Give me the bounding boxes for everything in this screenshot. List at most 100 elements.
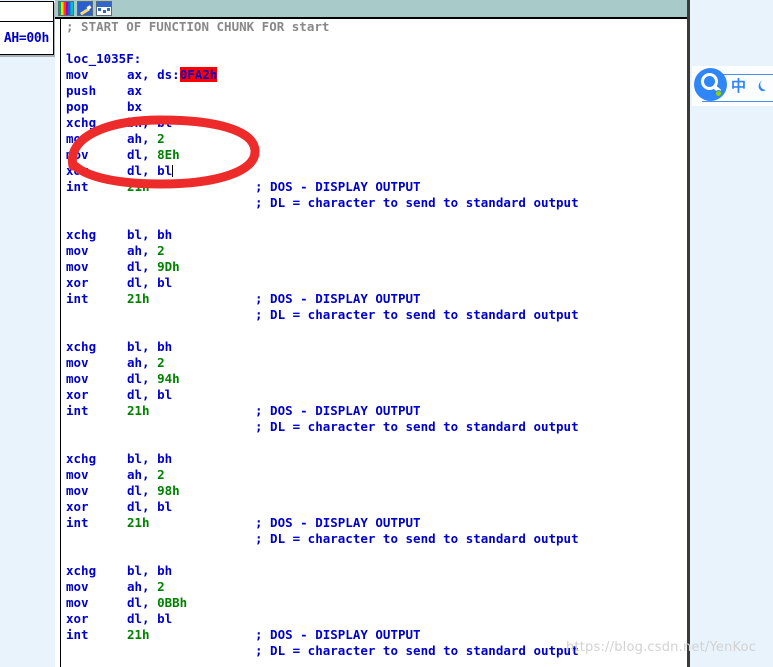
instruction-operands[interactable]: ax (127, 83, 142, 99)
code-instruction-line[interactable]: int 21h ; DOS - DISPLAY OUTPUT (55, 403, 687, 419)
code-instruction-line[interactable]: mov dl, 0BBh (55, 595, 687, 611)
instruction-operands[interactable]: ah, 2 (127, 355, 165, 371)
code-instruction-line[interactable]: xor dl, bl (55, 499, 687, 515)
code-instruction-line[interactable]: xor dl, bl (55, 387, 687, 403)
instruction-mnemonic[interactable]: mov (66, 131, 89, 147)
color-palette-icon[interactable] (58, 1, 74, 16)
code-instruction-line[interactable]: mov ah, 2 (55, 355, 687, 371)
instruction-operands[interactable]: dl, bl (127, 163, 174, 179)
instruction-operands[interactable]: bl, bh (127, 563, 172, 579)
instruction-operands[interactable]: ah, 2 (127, 467, 165, 483)
numeric-operand[interactable]: 21h (127, 403, 150, 418)
code-label-text[interactable]: loc_1035F: (66, 51, 141, 67)
graph-view-icon[interactable] (96, 1, 112, 16)
instruction-operands[interactable]: 21h (127, 627, 150, 643)
disassembly-listing[interactable]: ; START OF FUNCTION CHUNK FOR start loc_… (55, 19, 687, 667)
code-instruction-line[interactable]: int 21h ; DOS - DISPLAY OUTPUT (55, 291, 687, 307)
instruction-operands[interactable]: ah, 2 (127, 131, 165, 147)
instruction-operands[interactable]: dl, 8Eh (127, 147, 180, 163)
disassembly-client-area[interactable]: ; START OF FUNCTION CHUNK FOR start loc_… (55, 19, 687, 667)
code-instruction-line[interactable]: mov ah, 2 (55, 243, 687, 259)
code-instruction-line[interactable]: mov dl, 9Dh (55, 259, 687, 275)
qq-pinyin-logo-icon[interactable] (694, 68, 727, 101)
instruction-operands[interactable]: dl, 9Dh (127, 259, 180, 275)
code-instruction-line[interactable]: xor dl, bl (55, 611, 687, 627)
instruction-mnemonic[interactable]: xor (66, 275, 89, 291)
instruction-operands[interactable]: 21h (127, 515, 150, 531)
numeric-operand[interactable]: 2 (157, 243, 165, 258)
instruction-mnemonic[interactable]: xchg (66, 451, 96, 467)
code-instruction-line[interactable]: int 21h ; DOS - DISPLAY OUTPUT (55, 179, 687, 195)
instruction-mnemonic[interactable]: int (66, 179, 89, 195)
instruction-mnemonic[interactable]: mov (66, 467, 89, 483)
code-instruction-line[interactable]: mov dl, 98h (55, 483, 687, 499)
numeric-operand[interactable]: 2 (157, 579, 165, 594)
numeric-operand[interactable]: 94h (157, 371, 180, 386)
numeric-operand[interactable]: 98h (157, 483, 180, 498)
code-instruction-line[interactable]: pop bx (55, 99, 687, 115)
instruction-mnemonic[interactable]: xchg (66, 115, 96, 131)
instruction-mnemonic[interactable]: xchg (66, 339, 96, 355)
instruction-operands[interactable]: 21h (127, 291, 150, 307)
instruction-mnemonic[interactable]: mov (66, 483, 89, 499)
code-instruction-line[interactable]: mov ah, 2 (55, 579, 687, 595)
instruction-mnemonic[interactable]: xor (66, 163, 89, 179)
numeric-operand[interactable]: 8Eh (157, 147, 180, 162)
instruction-mnemonic[interactable]: int (66, 627, 89, 643)
code-instruction-line[interactable]: mov ah, 2 (55, 467, 687, 483)
numeric-operand[interactable]: 2 (157, 355, 165, 370)
instruction-operands[interactable]: dl, 98h (127, 483, 180, 499)
instruction-mnemonic[interactable]: mov (66, 147, 89, 163)
instruction-mnemonic[interactable]: xor (66, 387, 89, 403)
instruction-operands[interactable]: bl, bh (127, 339, 172, 355)
numeric-operand[interactable]: 2 (157, 467, 165, 482)
code-instruction-line[interactable]: xchg bl, bh (55, 451, 687, 467)
instruction-mnemonic[interactable]: int (66, 291, 89, 307)
code-instruction-line[interactable]: xchg bh, bl (55, 115, 687, 131)
ime-mode-chinese[interactable]: 中 (731, 78, 746, 94)
instruction-mnemonic[interactable]: int (66, 403, 89, 419)
instruction-mnemonic[interactable]: xchg (66, 563, 96, 579)
instruction-operands[interactable]: dl, bl (127, 275, 172, 291)
instruction-operands[interactable]: dl, 0BBh (127, 595, 187, 611)
instruction-mnemonic[interactable]: int (66, 515, 89, 531)
instruction-operands[interactable]: ah, 2 (127, 243, 165, 259)
register-value-window[interactable]: AH=00h (0, 1, 54, 55)
instruction-mnemonic[interactable]: mov (66, 355, 89, 371)
instruction-mnemonic[interactable]: pop (66, 99, 89, 115)
instruction-operands[interactable]: bx (127, 99, 142, 115)
code-instruction-line[interactable]: mov ax, ds:0FA2h (55, 67, 687, 83)
code-instruction-line[interactable]: mov dl, 8Eh (55, 147, 687, 163)
instruction-operands[interactable]: dl, 94h (127, 371, 180, 387)
instruction-mnemonic[interactable]: mov (66, 243, 89, 259)
code-instruction-line[interactable]: xchg bl, bh (55, 339, 687, 355)
instruction-operands[interactable]: ax, ds:0FA2h (127, 67, 218, 83)
instruction-operands[interactable]: bl, bh (127, 451, 172, 467)
edit-pencil-icon[interactable] (77, 1, 93, 16)
instruction-operands[interactable]: dl, bl (127, 499, 172, 515)
numeric-operand[interactable]: 9Dh (157, 259, 180, 274)
instruction-mnemonic[interactable]: mov (66, 595, 89, 611)
instruction-mnemonic[interactable]: xchg (66, 227, 96, 243)
highlighted-operand[interactable]: 0FA2h (179, 67, 218, 82)
instruction-operands[interactable]: 21h (127, 403, 150, 419)
numeric-operand[interactable]: 21h (127, 515, 150, 530)
numeric-operand[interactable]: 21h (127, 627, 150, 642)
code-instruction-line[interactable]: xchg bl, bh (55, 563, 687, 579)
code-instruction-line[interactable]: mov ah, 2 (55, 131, 687, 147)
code-instruction-line[interactable]: push ax (55, 83, 687, 99)
register-window-titlebar[interactable] (0, 2, 53, 22)
numeric-operand[interactable]: 21h (127, 291, 150, 306)
numeric-operand[interactable]: 2 (157, 131, 165, 146)
instruction-mnemonic[interactable]: mov (66, 579, 89, 595)
instruction-operands[interactable]: bl, bh (127, 227, 172, 243)
instruction-mnemonic[interactable]: xor (66, 611, 89, 627)
instruction-mnemonic[interactable]: mov (66, 67, 89, 83)
instruction-mnemonic[interactable]: mov (66, 259, 89, 275)
code-label[interactable]: loc_1035F: (55, 51, 687, 67)
instruction-mnemonic[interactable]: mov (66, 371, 89, 387)
code-instruction-line[interactable]: xor dl, bl (55, 163, 687, 179)
code-instruction-line[interactable]: int 21h ; DOS - DISPLAY OUTPUT (55, 515, 687, 531)
instruction-mnemonic[interactable]: xor (66, 499, 89, 515)
instruction-operands[interactable]: ah, 2 (127, 579, 165, 595)
